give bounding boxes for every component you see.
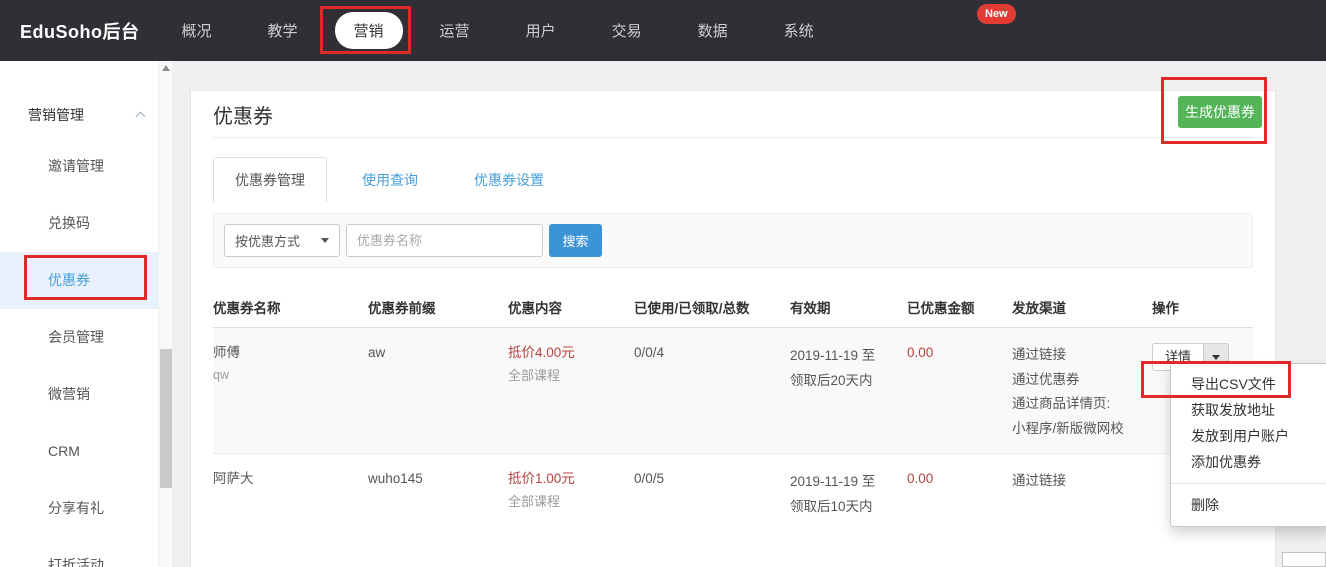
tab-usage-query[interactable]: 使用查询: [341, 157, 439, 202]
menu-item-send-to-users[interactable]: 发放到用户账户: [1171, 423, 1326, 449]
sidebar: 营销管理 邀请管理 兑换码 优惠券 会员管理 微营销 CRM 分享有礼 打折活动: [0, 61, 158, 567]
caret-down-icon: [1212, 355, 1220, 360]
text-line: 2019-11-19 至: [790, 343, 899, 368]
nav-item-trade[interactable]: 交易: [612, 20, 642, 41]
coupon-prefix: aw: [368, 343, 500, 363]
coupon-validity: 2019-11-19 至领取后20天内: [790, 343, 899, 393]
detail-dropdown-menu: 导出CSV文件 获取发放地址 发放到用户账户 添加优惠券 删除: [1170, 363, 1326, 527]
caret-down-icon: [321, 238, 329, 243]
coupon-name-input[interactable]: [346, 224, 543, 257]
menu-item-get-address[interactable]: 获取发放地址: [1171, 397, 1326, 423]
menu-item-delete[interactable]: 删除: [1171, 492, 1326, 518]
sidebar-item-membership[interactable]: 会员管理: [0, 309, 158, 366]
col-header-prefix: 优惠券前缀: [368, 290, 508, 328]
table-row: 师傅 qw aw 抵价4.00元 全部课程 0/0/4 2019-11-19 至…: [213, 328, 1253, 454]
scrollbar-up-arrow-icon[interactable]: [162, 65, 170, 71]
create-coupon-button[interactable]: 生成优惠券: [1178, 96, 1262, 128]
coupon-scope: 全部课程: [508, 365, 626, 387]
coupon-usage: 0/0/5: [634, 469, 782, 489]
chevron-up-icon: [136, 112, 146, 122]
sidebar-item-invites[interactable]: 邀请管理: [0, 138, 158, 195]
nav-item-teaching[interactable]: 教学: [268, 20, 298, 41]
coupon-name: 师傅: [213, 343, 360, 363]
col-header-usage: 已使用/已领取/总数: [634, 290, 790, 328]
text-line: 通过商品详情页:: [1012, 392, 1144, 417]
sidebar-group-label: 营销管理: [28, 107, 84, 123]
sidebar-group-marketing[interactable]: 营销管理: [0, 101, 158, 129]
text-line: 领取后10天内: [790, 494, 899, 519]
discount-type-select-value: 按优惠方式: [235, 231, 300, 250]
nav-item-marketing[interactable]: 营销: [335, 12, 403, 49]
coupon-code: qw: [213, 365, 360, 385]
coupon-amount: 0.00: [907, 343, 1004, 363]
coupon-discount: 抵价4.00元: [508, 343, 626, 363]
text-line: 通过优惠券: [1012, 368, 1144, 393]
coupon-channels: 通过链接通过优惠券通过商品详情页:小程序/新版微网校: [1012, 343, 1144, 441]
screen: EduSoho后台 概况 教学 营销 运营 用户 交易 数据 系统 云市场 Ne…: [0, 0, 1326, 567]
coupon-usage: 0/0/4: [634, 343, 782, 363]
discount-type-select[interactable]: 按优惠方式: [224, 224, 340, 257]
top-nav-items: 概况 教学 营销 运营 用户 交易 数据 系统: [154, 12, 842, 49]
sidebar-list: 邀请管理 兑换码 优惠券 会员管理 微营销 CRM 分享有礼 打折活动: [0, 138, 158, 567]
nav-item-system[interactable]: 系统: [784, 20, 814, 41]
text-line: 通过链接: [1012, 343, 1144, 368]
sidebar-item-share-gift[interactable]: 分享有礼: [0, 480, 158, 537]
new-badge: New: [977, 4, 1016, 24]
coupon-validity: 2019-11-19 至领取后10天内: [790, 469, 899, 519]
tabs: 优惠券管理 使用查询 优惠券设置: [213, 157, 1253, 202]
corner-widget: [1282, 552, 1326, 567]
text-line: 2019-11-19 至: [790, 469, 899, 494]
sidebar-item-coupons[interactable]: 优惠券: [0, 252, 158, 309]
coupon-prefix: wuho145: [368, 469, 500, 489]
sidebar-scrollbar[interactable]: [158, 61, 172, 567]
sidebar-item-discount[interactable]: 打折活动: [0, 537, 158, 567]
menu-item-export-csv[interactable]: 导出CSV文件: [1171, 371, 1326, 397]
nav-item-users[interactable]: 用户: [526, 20, 556, 41]
table-header-row: 优惠券名称 优惠券前缀 优惠内容 已使用/已领取/总数 有效期 已优惠金额 发放…: [213, 290, 1253, 328]
col-header-channel: 发放渠道: [1012, 290, 1152, 328]
tab-coupon-management[interactable]: 优惠券管理: [213, 157, 327, 202]
col-header-actions: 操作: [1152, 290, 1253, 328]
coupon-amount: 0.00: [907, 469, 1004, 489]
table-row: 阿萨大 wuho145 抵价1.00元 全部课程 0/0/5 2019-11-1…: [213, 454, 1253, 564]
page-title: 优惠券: [213, 100, 273, 129]
sidebar-item-redeem-code[interactable]: 兑换码: [0, 195, 158, 252]
filter-bar: 按优惠方式 搜索: [213, 213, 1253, 268]
sidebar-item-wechat-marketing[interactable]: 微营销: [0, 366, 158, 423]
menu-item-add-coupon[interactable]: 添加优惠券: [1171, 449, 1326, 475]
col-header-name: 优惠券名称: [213, 290, 368, 328]
panel-header: 优惠券: [213, 91, 1253, 138]
scrollbar-thumb[interactable]: [160, 349, 172, 488]
coupon-scope: 全部课程: [508, 491, 626, 513]
menu-divider: [1171, 483, 1326, 484]
coupon-discount: 抵价1.00元: [508, 469, 626, 489]
col-header-content: 优惠内容: [508, 290, 634, 328]
sidebar-item-crm[interactable]: CRM: [0, 423, 158, 480]
col-header-amount: 已优惠金额: [907, 290, 1012, 328]
text-line: 通过链接: [1012, 469, 1144, 494]
top-nav: EduSoho后台 概况 教学 营销 运营 用户 交易 数据 系统: [0, 0, 1326, 61]
coupon-table: 优惠券名称 优惠券前缀 优惠内容 已使用/已领取/总数 有效期 已优惠金额 发放…: [213, 290, 1253, 564]
text-line: 小程序/新版微网校: [1012, 417, 1144, 442]
coupon-channels: 通过链接: [1012, 469, 1144, 494]
col-header-validity: 有效期: [790, 290, 907, 328]
nav-item-overview[interactable]: 概况: [182, 20, 212, 41]
tab-coupon-settings[interactable]: 优惠券设置: [453, 157, 565, 202]
text-line: 领取后20天内: [790, 368, 899, 393]
search-button[interactable]: 搜索: [549, 224, 602, 257]
nav-item-operation[interactable]: 运营: [440, 20, 470, 41]
app-logo[interactable]: EduSoho后台: [20, 18, 140, 44]
coupon-panel: 优惠券 优惠券管理 使用查询 优惠券设置 按优惠方式 搜索 优惠券名称 优惠券前…: [190, 90, 1276, 567]
coupon-name: 阿萨大: [213, 469, 360, 489]
nav-item-data[interactable]: 数据: [698, 20, 728, 41]
